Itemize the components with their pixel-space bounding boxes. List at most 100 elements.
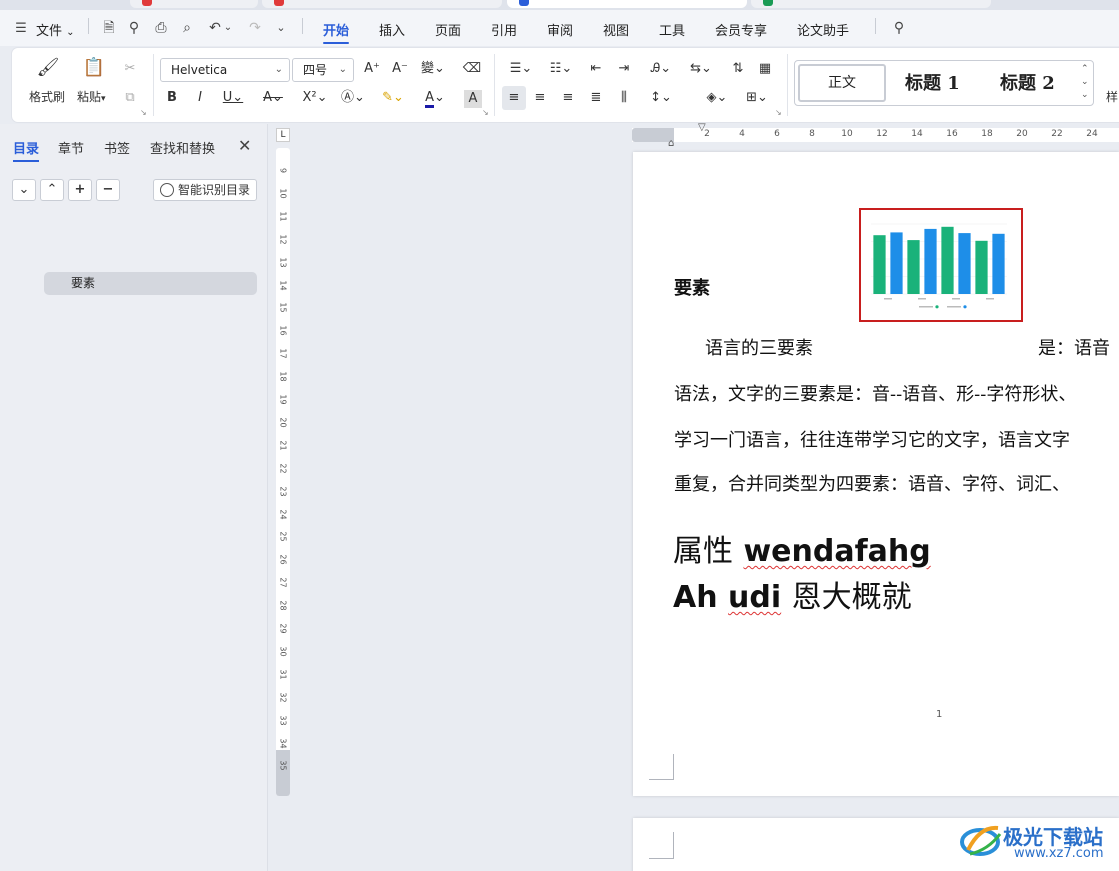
link-icon[interactable]: ⚲ [125,19,143,37]
chart-bar [958,233,971,294]
ruler-tick-label: 4 [739,129,745,139]
add-icon[interactable]: + [68,179,92,201]
decrease-font-icon[interactable]: A⁻ [390,59,410,79]
ruler-tick-label: 24 [278,508,288,520]
align-left-button[interactable]: ≡ [502,86,526,110]
ruler-tick-label: 16 [946,129,958,139]
numbered-list-icon[interactable]: ☷⌄ [546,59,576,79]
undo-dropdown-icon[interactable]: ⌄ [222,19,234,37]
promote-chevron-up-icon[interactable]: ⌃ [40,179,64,201]
chart-x-tick-label [918,298,926,300]
cut-icon[interactable]: ✂ [120,59,140,79]
increase-indent-icon[interactable]: ⇥ [614,59,634,79]
decrease-indent-icon[interactable]: ⇤ [586,59,606,79]
tab-references[interactable]: 引用 [491,20,517,39]
document-tab[interactable] [130,0,258,8]
paragraph-shading-icon[interactable]: ◈⌄ [702,88,732,108]
distribute-button[interactable]: ⫼ [614,88,634,108]
toc-item[interactable]: 要素 [44,272,257,295]
show-marks-icon[interactable]: ▦ [754,59,776,79]
tab-stop-selector[interactable]: L [276,128,290,142]
more-styles-label[interactable]: 样 [1106,88,1118,105]
text-direction-icon[interactable]: ⇆⌄ [686,59,716,79]
paste-button[interactable]: 粘贴▾ [77,88,106,105]
document-tab[interactable] [262,0,502,8]
divider [494,54,495,116]
font-size-select[interactable]: 四号 ⌄ [292,58,354,82]
justify-button[interactable]: ≣ [586,88,606,108]
highlight-icon[interactable]: ✎⌄ [378,88,408,108]
align-right-button[interactable]: ≡ [558,88,578,108]
crop-mark [649,858,674,859]
bullet-list-icon[interactable]: ☰⌄ [506,59,536,79]
tab-member[interactable]: 会员专享 [715,20,767,39]
superscript-button[interactable]: X²⌄ [298,88,332,108]
phonetic-guide-icon[interactable]: 變⌄ [418,59,448,79]
style-scroll-icon[interactable]: ⌃ ⌄ ⌄ [1081,63,1089,102]
chart-selection[interactable] [859,208,1023,322]
document-page[interactable]: 要素 语言的三要素 是：语音 语法，文字的三要素是：音--语音、形--字符形状、… [633,152,1119,796]
increase-font-icon[interactable]: A⁺ [362,59,382,79]
font-name-select[interactable]: Helvetica ⌄ [160,58,290,82]
tab-view[interactable]: 视图 [603,20,629,39]
nav-tab-chapters[interactable]: 章节 [58,138,84,157]
section-heading: 要素 [674,278,710,299]
sort-icon[interactable]: ⇅ [728,59,748,79]
search-icon[interactable]: ⚲ [890,19,908,37]
print-icon[interactable]: ⎙ [152,19,170,37]
document-tab[interactable] [751,0,991,8]
strikethrough-button[interactable]: A⌄ [258,88,288,108]
style-normal[interactable]: 正文 [798,64,886,102]
tab-tools[interactable]: 工具 [659,20,685,39]
chart-x-tick-label [952,298,960,300]
more-chevron-icon[interactable]: ⌄ [272,19,290,37]
chart-legend-marker [935,305,939,309]
underline-button[interactable]: U⌄ [218,88,248,108]
line-spacing-button[interactable]: ↕⌄ [644,88,678,108]
font-color-button[interactable]: A⌄ [420,88,450,108]
font-expand-icon[interactable]: ↘ [482,108,489,117]
tab-page[interactable]: 页面 [435,20,461,39]
document-tab-active[interactable] [507,0,747,8]
chinese-layout-icon[interactable]: Ꭿ⌄ [644,59,678,79]
horizontal-ruler-ticks: 2 4 6 8 10 12 14 16 18 20 22 24 [632,128,1119,142]
format-painter-button[interactable]: 格式刷 [29,88,65,105]
file-menu[interactable]: 文件 ⌄ [36,20,75,39]
redo-icon[interactable]: ↷ [246,19,264,37]
close-icon[interactable]: ✕ [238,136,251,155]
format-painter-icon[interactable]: 🖌 [36,58,60,82]
clear-format-icon[interactable]: ⌫ [462,59,482,79]
document-tab-strip [0,0,1119,10]
style-heading-1[interactable]: 标题 1 [905,69,960,95]
chart-bar [907,240,920,294]
crop-mark [649,754,674,780]
nav-tab-find-replace[interactable]: 查找和替换 [150,138,215,157]
remove-icon[interactable]: − [96,179,120,201]
nav-tab-bookmarks[interactable]: 书签 [104,138,130,157]
style-heading-2[interactable]: 标题 2 [1000,69,1055,95]
nav-tab-toc[interactable]: 目录 [13,138,40,162]
bold-button[interactable]: B [162,88,182,108]
align-center-button[interactable]: ≡ [530,88,550,108]
ruler-tick-label: 26 [278,554,288,565]
paste-icon[interactable]: 📋 [82,58,106,82]
copy-icon[interactable]: ⧉ [120,88,140,108]
tab-review[interactable]: 审阅 [547,20,573,39]
page-number: 1 [936,709,943,720]
tab-thesis-assistant[interactable]: 论文助手 [797,20,849,39]
char-shading-button[interactable]: A [464,90,482,108]
divider [153,54,154,116]
text-effect-button[interactable]: Ⓐ⌄ [338,88,368,108]
menu-icon[interactable]: ☰ [14,20,28,38]
paragraph-text: 是：语音 [1038,338,1110,359]
italic-button[interactable]: I [190,88,210,108]
save-icon[interactable]: 🗎 [100,19,118,37]
collapse-chevron-down-icon[interactable]: ⌄ [12,179,36,201]
tab-home[interactable]: 开始 [323,20,350,44]
tab-insert[interactable]: 插入 [379,20,405,39]
border-icon[interactable]: ⊞⌄ [742,88,772,108]
paragraph-expand-icon[interactable]: ↘ [775,108,782,117]
clipboard-expand-icon[interactable]: ↘ [140,108,147,117]
smart-toc-button[interactable]: 智能识别目录 [153,179,257,201]
print-preview-icon[interactable]: ⌕ [178,19,196,37]
